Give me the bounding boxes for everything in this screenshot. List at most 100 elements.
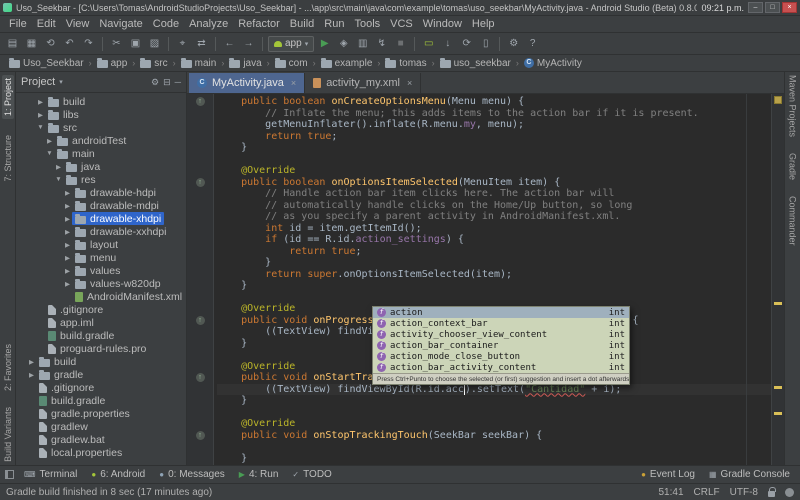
tree-toggle-icon[interactable]: ▶	[63, 254, 72, 262]
tool-tab-7-structure[interactable]: 7: Structure	[3, 135, 13, 182]
tree-toggle-icon[interactable]: ▼	[36, 124, 45, 131]
save-all-icon[interactable]: ▦	[23, 35, 40, 52]
menu-window[interactable]: Window	[418, 17, 467, 31]
code-line[interactable]: // Handle action bar item clicks here. T…	[217, 188, 771, 200]
code-line[interactable]: public void onStopTrackingTouch(SeekBar …	[217, 430, 771, 442]
menu-run[interactable]: Run	[319, 17, 349, 31]
code-line[interactable]: // automatically handle clicks on the Ho…	[217, 200, 771, 212]
tree-item-values-w820dp[interactable]: ▶values-w820dp	[16, 277, 186, 290]
collapse-all-icon[interactable]: ⊟	[163, 77, 171, 88]
debug-icon[interactable]: ◈	[335, 35, 352, 52]
encoding-indicator[interactable]: UTF-8	[730, 487, 758, 498]
tree-toggle-icon[interactable]: ▶	[63, 215, 72, 223]
menu-build[interactable]: Build	[285, 17, 319, 31]
tree-toggle-icon[interactable]: ▶	[63, 189, 72, 197]
forward-icon[interactable]: →	[240, 35, 257, 52]
toolwindow-button-terminal[interactable]: ⌨Terminal	[18, 468, 83, 481]
code-line[interactable]	[217, 441, 771, 453]
tree-item-drawable-hdpi[interactable]: ▶drawable-hdpi	[16, 186, 186, 199]
completion-item-action-bar-container[interactable]: faction_bar_containerint	[373, 340, 629, 351]
help-icon[interactable]: ?	[524, 35, 541, 52]
project-structure-icon[interactable]: ▯	[477, 35, 494, 52]
open-icon[interactable]: ▤	[4, 35, 21, 52]
copy-icon[interactable]: ▣	[127, 35, 144, 52]
breadcrumb-item-src[interactable]: src	[137, 58, 170, 69]
run-coverage-icon[interactable]: ▥	[354, 35, 371, 52]
tree-item-androidtest[interactable]: ▶androidTest	[16, 134, 186, 147]
tree-toggle-icon[interactable]: ▶	[27, 358, 36, 366]
tree-item-local-properties[interactable]: local.properties	[16, 446, 186, 459]
override-marker-icon[interactable]: ↑	[196, 178, 205, 187]
gradle-sync-icon[interactable]: ⟳	[458, 35, 475, 52]
code-line[interactable]	[217, 407, 771, 419]
tree-item-androidmanifest-xml[interactable]: AndroidManifest.xml	[16, 290, 186, 303]
settings-gear-icon[interactable]: ⚙	[505, 35, 522, 52]
code-line[interactable]: public boolean onOptionsItemSelected(Men…	[217, 177, 771, 189]
tree-toggle-icon[interactable]: ▶	[36, 111, 45, 119]
code-line[interactable]: // as you specify a parent activity in A…	[217, 211, 771, 223]
menu-vcs[interactable]: VCS	[385, 17, 418, 31]
code-line[interactable]: ((TextView) findViewById(R.id.acc).setTe…	[217, 384, 771, 396]
breadcrumb-item-uso-seekbar[interactable]: uso_seekbar	[437, 58, 514, 69]
tree-item-drawable-xxhdpi[interactable]: ▶drawable-xxhdpi	[16, 225, 186, 238]
close-icon[interactable]: ×	[407, 78, 412, 88]
code-line[interactable]: }	[217, 142, 771, 154]
tree-toggle-icon[interactable]: ▶	[63, 241, 72, 249]
code-line[interactable]: return super.onOptionsItemSelected(item)…	[217, 269, 771, 281]
breadcrumb-item-uso-seekbar[interactable]: Uso_Seekbar	[6, 58, 87, 69]
toolwindow-button-gradle-console[interactable]: ▦Gradle Console	[703, 468, 796, 481]
code-line[interactable]: @Override	[217, 418, 771, 430]
tree-item-gradle-properties[interactable]: gradle.properties	[16, 407, 186, 420]
project-panel-title[interactable]: Project	[21, 76, 55, 88]
tree-toggle-icon[interactable]: ▼	[54, 176, 63, 183]
redo-icon[interactable]: ↷	[80, 35, 97, 52]
tree-item-build[interactable]: ▶build	[16, 355, 186, 368]
tool-tab-build-variants[interactable]: Build Variants	[3, 407, 13, 462]
tree-toggle-icon[interactable]: ▶	[36, 98, 45, 106]
menu-code[interactable]: Code	[148, 17, 184, 31]
override-marker-icon[interactable]: ↑	[196, 316, 205, 325]
toolwindow-button-6-android[interactable]: ●6: Android	[85, 468, 151, 481]
minimize-button[interactable]: –	[748, 2, 763, 13]
breadcrumb-item-myactivity[interactable]: CMyActivity	[521, 58, 585, 69]
toolwindow-toggle-icon[interactable]	[5, 470, 14, 479]
breadcrumb-item-main[interactable]: main	[178, 58, 220, 69]
menu-file[interactable]: File	[4, 17, 32, 31]
tree-item-menu[interactable]: ▶menu	[16, 251, 186, 264]
replace-icon[interactable]: ⇄	[193, 35, 210, 52]
breadcrumb-item-example[interactable]: example	[318, 58, 376, 69]
paste-icon[interactable]: ▨	[146, 35, 163, 52]
menu-tools[interactable]: Tools	[349, 17, 385, 31]
cut-icon[interactable]: ✂	[108, 35, 125, 52]
tree-item-layout[interactable]: ▶layout	[16, 238, 186, 251]
tree-toggle-icon[interactable]: ▶	[63, 228, 72, 236]
completion-item-action[interactable]: factionint	[373, 307, 629, 318]
editor-code[interactable]: public boolean onCreateOptionsMenu(Menu …	[214, 94, 771, 465]
avd-manager-icon[interactable]: ▭	[420, 35, 437, 52]
code-line[interactable]: public boolean onCreateOptionsMenu(Menu …	[217, 96, 771, 108]
breadcrumb-item-java[interactable]: java	[226, 58, 264, 69]
tree-item-res[interactable]: ▼res	[16, 173, 186, 186]
warning-stripe-mark[interactable]	[774, 412, 782, 415]
code-line[interactable]: return true;	[217, 131, 771, 143]
override-marker-icon[interactable]: ↑	[196, 431, 205, 440]
settings-gear-icon[interactable]: ⚙	[151, 77, 159, 88]
tree-item-build-gradle[interactable]: build.gradle	[16, 329, 186, 342]
code-line[interactable]	[217, 292, 771, 304]
tool-tab-commander[interactable]: Commander	[788, 196, 798, 246]
tree-item-proguard-rules-pro[interactable]: proguard-rules.pro	[16, 342, 186, 355]
tree-item-values[interactable]: ▶values	[16, 264, 186, 277]
close-button[interactable]: ×	[782, 2, 797, 13]
code-line[interactable]: return true;	[217, 246, 771, 258]
tree-item-main[interactable]: ▼main	[16, 147, 186, 160]
code-line[interactable]: }	[217, 395, 771, 407]
tree-toggle-icon[interactable]: ▶	[63, 280, 72, 288]
tree-item-gradlew-bat[interactable]: gradlew.bat	[16, 433, 186, 446]
tree-item-gitignore[interactable]: .gitignore	[16, 303, 186, 316]
tree-item-build-gradle[interactable]: build.gradle	[16, 394, 186, 407]
tree-item-app-iml[interactable]: app.iml	[16, 316, 186, 329]
tree-item-gitignore[interactable]: .gitignore	[16, 381, 186, 394]
lock-icon[interactable]	[768, 491, 775, 497]
tree-toggle-icon[interactable]: ▶	[63, 202, 72, 210]
tool-tab-1-project[interactable]: 1: Project	[2, 75, 14, 119]
